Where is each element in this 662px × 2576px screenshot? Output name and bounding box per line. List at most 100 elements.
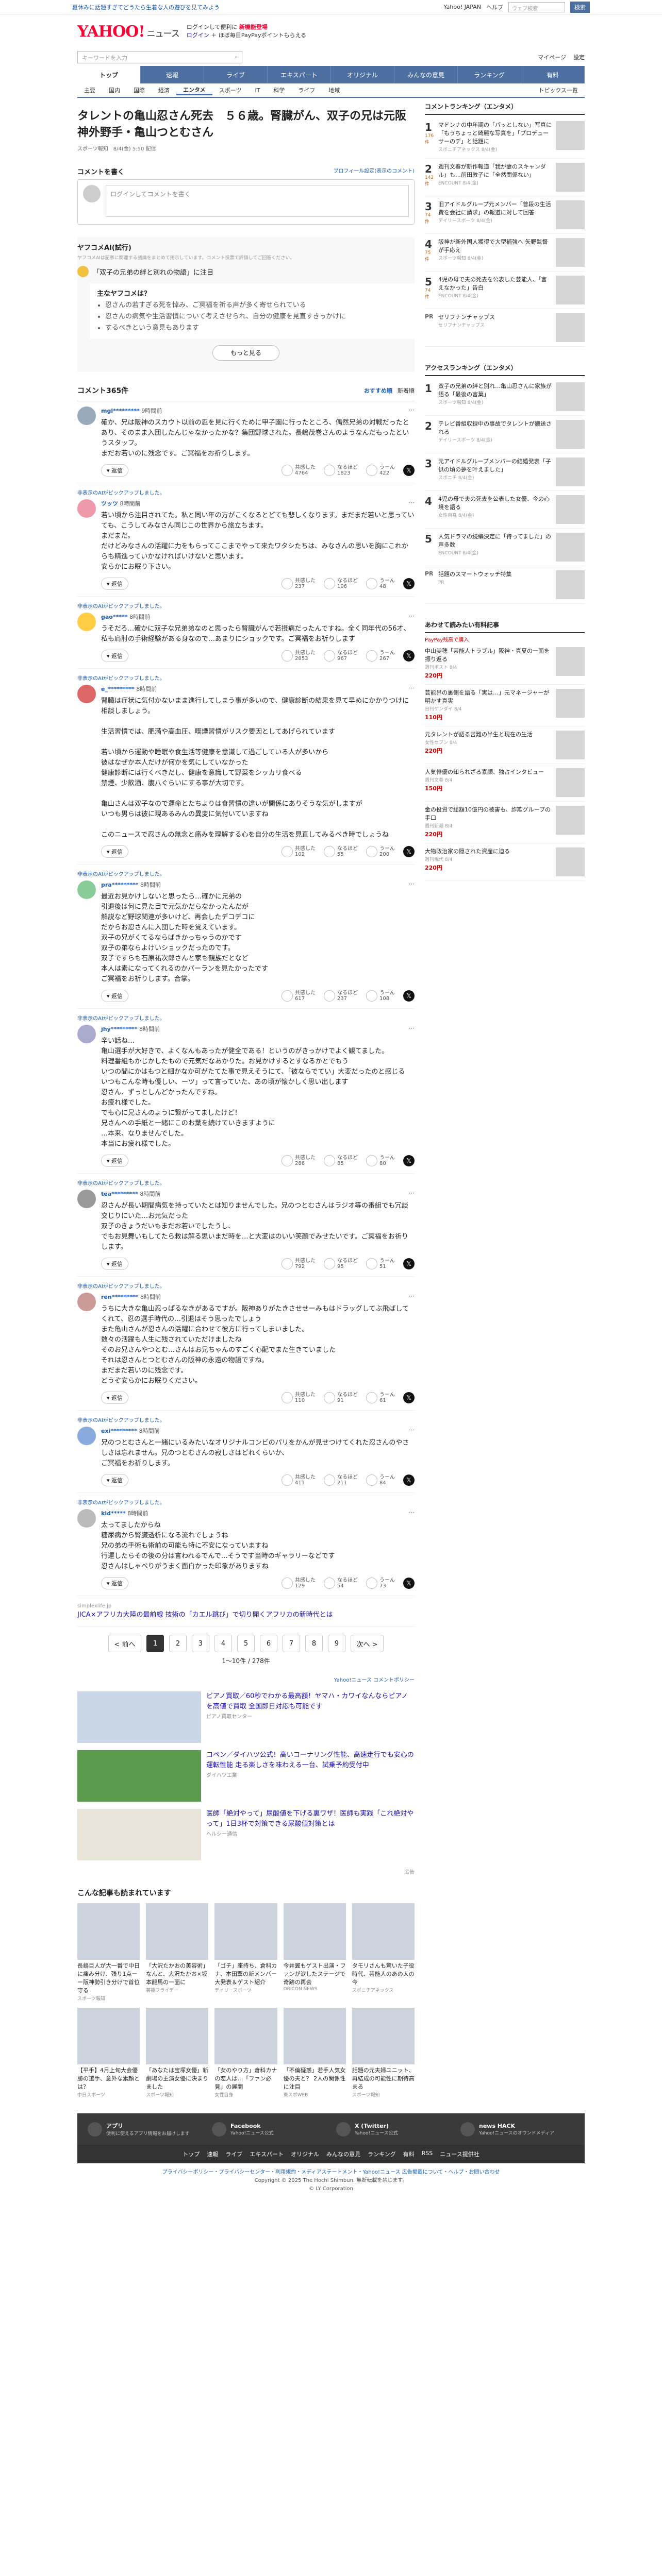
comment-username[interactable]: ren********* xyxy=(101,1294,139,1300)
page-5[interactable]: 5 xyxy=(237,1635,255,1652)
ranking-item[interactable]: 5 74件 4児の母で夫の死去を公表した芸能人、「言えなかった」告白 ENCOUNT … xyxy=(425,272,585,309)
tab-newest[interactable]: 新着順 xyxy=(398,386,415,395)
profile-settings-link[interactable]: プロフィール設定(表示のコメント) xyxy=(333,166,415,176)
category-tab-9[interactable]: 地域 xyxy=(322,86,346,94)
vote-button-2[interactable]: うーん 84 xyxy=(366,1475,395,1486)
x-share-icon[interactable]: 𝕏 xyxy=(403,1578,415,1589)
comment-policy-link[interactable]: Yahoo!ニュース コメントポリシー xyxy=(77,1675,415,1683)
mypage-link[interactable]: マイページ xyxy=(538,53,566,61)
comment-username[interactable]: kid***** xyxy=(101,1510,126,1517)
vote-button-0[interactable]: 共感した 237 xyxy=(282,578,316,589)
also-read-item[interactable]: 今井翼もゲスト出演・ファンが涙したステージで奇跡の再会 ORICON NEWS xyxy=(283,1903,346,2002)
paid-article-item[interactable]: 大物政治家の隠された資産に迫る 週刊現代 8/4 220円 xyxy=(425,843,585,881)
topics-list-link[interactable]: トピックス一覧 xyxy=(532,86,585,94)
category-tab-5[interactable]: スポーツ xyxy=(212,86,249,94)
report-link[interactable]: ⋯ xyxy=(409,1427,415,1435)
report-link[interactable]: ⋯ xyxy=(409,1293,415,1301)
vote-button-2[interactable]: うーん 48 xyxy=(366,578,395,589)
vote-button-2[interactable]: うーん 51 xyxy=(366,1258,395,1269)
x-share-icon[interactable]: 𝕏 xyxy=(403,1155,415,1166)
comment-input[interactable]: ログインしてコメントを書く xyxy=(106,185,409,217)
category-tab-1[interactable]: 国内 xyxy=(102,86,127,94)
page-7[interactable]: 7 xyxy=(283,1635,300,1652)
vote-button-0[interactable]: 共感した 792 xyxy=(282,1258,316,1269)
footer-nav-9[interactable]: ニュース提供社 xyxy=(440,2150,479,2158)
category-tab-3[interactable]: 経済 xyxy=(152,86,176,94)
vote-button-2[interactable]: うーん 422 xyxy=(366,465,395,476)
reply-button[interactable]: ▾ 返信 xyxy=(101,1577,129,1589)
avatar[interactable] xyxy=(77,1509,96,1528)
also-read-item[interactable]: タモリさんも驚いた子役時代、芸能人のあの人の今 スポニチアネックス xyxy=(352,1903,415,2002)
vote-button-0[interactable]: 共感した 102 xyxy=(282,846,316,857)
vote-button-1[interactable]: なるほど 85 xyxy=(324,1155,358,1166)
also-read-item[interactable]: 「大沢たかおの美容術」なんと、大沢たかお×坂本龍馬の一面に 芸能フライデー xyxy=(146,1903,209,2002)
ranking-item[interactable]: 4 75件 阪神が新外国人獲得で大型補強へ 矢野監督が手応え スポーツ報知 8/4(金… xyxy=(425,234,585,272)
page-3[interactable]: 3 xyxy=(192,1635,209,1652)
comment-username[interactable]: mgl********* xyxy=(101,408,140,414)
footer-nav-5[interactable]: みんなの意見 xyxy=(326,2150,360,2158)
comment-username[interactable]: ツッツ xyxy=(101,500,118,507)
vote-button-0[interactable]: 共感した 2853 xyxy=(282,650,316,662)
vote-button-0[interactable]: 共感した 129 xyxy=(282,1578,316,1589)
login-link[interactable]: ログイン xyxy=(187,32,209,39)
vote-button-1[interactable]: なるほど 237 xyxy=(324,990,358,1002)
footer-nav-0[interactable]: トップ xyxy=(183,2150,200,2158)
nav-tab-3[interactable]: エキスパート xyxy=(268,66,331,83)
report-link[interactable]: ⋯ xyxy=(409,880,415,889)
ranking-item[interactable]: 3 元アイドルグループメンバーの結婚発表「子供の頃の夢を叶えました」 スポニチ 8/… xyxy=(425,453,585,491)
ad-item[interactable]: 医師「絶対やって」尿酸値を下げる裏ワザ！医師も実践「これ絶対やって」1日3杯で対… xyxy=(77,1809,415,1860)
reply-button[interactable]: ▾ 返信 xyxy=(101,650,129,662)
ranking-item[interactable]: 1 双子の兄弟の絆と別れ…亀山忍さんに家族が語る「最後の言葉」 スポーツ報知 8/4… xyxy=(425,378,585,416)
page-9[interactable]: 9 xyxy=(328,1635,345,1652)
avatar[interactable] xyxy=(77,880,96,899)
comment-username[interactable]: exi********* xyxy=(101,1428,137,1434)
x-share-icon[interactable]: 𝕏 xyxy=(403,650,415,662)
footer-app-2[interactable]: X (Twitter) Yahoo!ニュース公式 xyxy=(336,2122,450,2137)
also-read-item[interactable]: 【平手】4月上旬大会優勝の選手、意外な素顔とは？ 中日スポーツ xyxy=(77,2008,140,2098)
news-search-input[interactable]: キーワードを入力 ⌕ xyxy=(77,51,242,63)
vote-button-2[interactable]: うーん 267 xyxy=(366,650,395,662)
nav-tab-5[interactable]: みんなの意見 xyxy=(394,66,458,83)
x-share-icon[interactable]: 𝕏 xyxy=(403,1258,415,1269)
report-link[interactable]: ⋯ xyxy=(409,1025,415,1033)
more-button[interactable]: もっと見る xyxy=(212,345,279,361)
vote-button-2[interactable]: うーん 200 xyxy=(366,846,395,857)
sponsored-item[interactable]: simplexlife.jp JICA×アフリカ大陸の最前線 技術の「カエル跳び… xyxy=(77,1596,415,1626)
category-tab-2[interactable]: 国際 xyxy=(127,86,152,94)
top-promo-link[interactable]: 夏休みに話題すぎてどうたら生着な人の遊びを見てみよう xyxy=(72,3,220,11)
footer-nav-6[interactable]: ランキング xyxy=(368,2150,396,2158)
footer-nav-8[interactable]: RSS xyxy=(422,2150,433,2158)
category-tab-0[interactable]: 主要 xyxy=(77,86,102,94)
footer-nav-3[interactable]: エキスパート xyxy=(250,2150,284,2158)
pr-item-2[interactable]: PR 話題のスマートウォッチ特集 PR xyxy=(425,566,585,604)
avatar[interactable] xyxy=(77,613,96,631)
footer-nav-4[interactable]: オリジナル xyxy=(291,2150,319,2158)
report-link[interactable]: ⋯ xyxy=(409,685,415,693)
web-search-input[interactable]: ウェブ検索 xyxy=(508,2,565,12)
article-title[interactable]: タレントの亀山忍さん死去 ５６歳。腎臓がん、双子の兄は元阪神外野手・亀山つとむさ… xyxy=(77,98,415,144)
pr-item[interactable]: PR セリフナンチャップス セリフナンチャップス xyxy=(425,309,585,347)
also-read-item[interactable]: 「女のやり方」倉科カナの恋人は…「ファン必見」の展開 女性自身 xyxy=(214,2008,277,2098)
ranking-item[interactable]: 2 テレビ番組収録中の事故でタレントが搬送される デイリースポーツ 8/4(金) xyxy=(425,416,585,453)
avatar[interactable] xyxy=(77,1427,96,1445)
reply-button[interactable]: ▾ 返信 xyxy=(101,1392,129,1404)
vote-button-0[interactable]: 共感した 617 xyxy=(282,990,316,1002)
ranking-item[interactable]: 2 142件 週刊文春が新作報道「我が妻のスキャンダル」も…前田敦子に「全然関係ない… xyxy=(425,159,585,196)
avatar[interactable] xyxy=(77,1293,96,1311)
also-read-item[interactable]: 「あなたは宝塚女優」新劇場の主演女優に決まりました スポーツ報知 xyxy=(146,2008,209,2098)
report-link[interactable]: ⋯ xyxy=(409,1509,415,1517)
vote-button-1[interactable]: なるほど 55 xyxy=(324,846,358,857)
category-tab-8[interactable]: ライフ xyxy=(291,86,322,94)
x-share-icon[interactable]: 𝕏 xyxy=(403,578,415,589)
vote-button-0[interactable]: 共感した 286 xyxy=(282,1155,316,1166)
also-read-item[interactable]: 「不倫疑惑」若手人気女優の夫と？ 2人の関係性に注目 東スポWEB xyxy=(283,2008,346,2098)
comment-username[interactable]: jhy********* xyxy=(101,1026,138,1032)
vote-button-2[interactable]: うーん 80 xyxy=(366,1155,395,1166)
footer-app-3[interactable]: news HACK Yahoo!ニュースのオウンドメディア xyxy=(460,2122,574,2137)
ad-item[interactable]: ピアノ買取／60秒でわかる最高額！ヤマハ・カワイなんならピアノを高値で買取 全国… xyxy=(77,1691,415,1743)
nav-tab-2[interactable]: ライブ xyxy=(204,66,268,83)
reply-button[interactable]: ▾ 返信 xyxy=(101,1474,129,1486)
settings-link[interactable]: 設定 xyxy=(573,53,585,61)
page-2[interactable]: 2 xyxy=(169,1635,187,1652)
ranking-item[interactable]: 1 176件 マドンナの中年期の「パッとしない」写真に「もうちょっと綺麗な写真を」「… xyxy=(425,117,585,159)
